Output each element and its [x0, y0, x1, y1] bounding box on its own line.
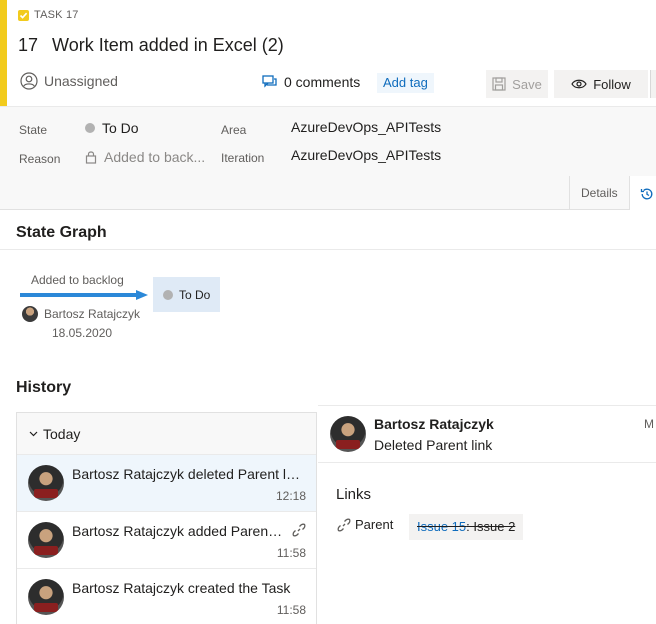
add-tag-button[interactable]: Add tag: [377, 73, 434, 93]
removed-parent-link[interactable]: Issue 15: Issue 2: [409, 514, 524, 540]
task-check-icon: [18, 9, 29, 21]
assigned-to-picker[interactable]: Unassigned: [20, 72, 118, 90]
area-value: AzureDevOps_APITests: [291, 119, 442, 135]
work-item-type-label: TASK 17: [34, 9, 79, 21]
comment-icon: [262, 75, 277, 88]
area-field[interactable]: AzureDevOps_APITests: [291, 119, 441, 135]
history-detail-author: Bartosz Ratajczyk: [374, 416, 494, 432]
iteration-field[interactable]: AzureDevOps_APITests: [291, 147, 441, 163]
state-graph-title: State Graph: [16, 224, 107, 241]
avatar: [28, 522, 64, 558]
parent-label: Parent: [355, 517, 394, 532]
history-item-time: 11:58: [276, 603, 306, 617]
parent-issue-title: : Issue 2: [466, 519, 516, 534]
history-item-text: Bartosz Ratajczyk created the Task: [72, 580, 291, 596]
avatar: [330, 416, 366, 452]
link-icon: [292, 523, 306, 537]
links-title: Links: [336, 486, 372, 503]
user-icon: [20, 72, 38, 90]
transition-user: Bartosz Ratajczyk: [22, 306, 140, 322]
page-title[interactable]: 17 Work Item added in Excel (2): [18, 35, 284, 56]
work-item-id: 17: [18, 35, 39, 55]
transition-date: 18.05.2020: [52, 326, 113, 340]
state-node: To Do: [153, 277, 220, 312]
follow-label: Follow: [593, 76, 631, 92]
state-label: State: [19, 123, 48, 137]
transition-arrow-icon: [20, 290, 148, 300]
tab-history[interactable]: [628, 176, 656, 210]
reason-value: Added to back...: [104, 149, 206, 165]
history-icon: [640, 188, 653, 200]
history-detail-description: Deleted Parent link: [374, 437, 493, 453]
avatar: [22, 306, 38, 322]
parent-issue-id[interactable]: Issue 15: [417, 519, 466, 534]
iteration-value: AzureDevOps_APITests: [291, 147, 442, 163]
link-icon: [337, 518, 351, 531]
state-dot-icon: [85, 123, 95, 133]
history-detail-date: M: [644, 417, 654, 431]
transition-user-name: Bartosz Ratajczyk: [44, 307, 141, 321]
parent-link-row: Parent: [337, 517, 393, 532]
divider: [0, 249, 656, 250]
history-group-today[interactable]: Today: [17, 413, 316, 455]
history-detail-header: Bartosz Ratajczyk Deleted Parent link M: [318, 406, 656, 463]
save-icon: [492, 77, 506, 91]
work-item-header: TASK 17 17 Work Item added in Excel (2) …: [0, 0, 656, 106]
eye-icon: [571, 79, 587, 89]
assigned-to-label: Unassigned: [44, 73, 118, 89]
comments-count: 0 comments: [284, 74, 361, 90]
save-button[interactable]: Save: [486, 70, 548, 98]
history-title: History: [16, 379, 72, 396]
iteration-label: Iteration: [221, 151, 265, 165]
lock-icon: [85, 151, 97, 164]
avatar: [28, 465, 64, 501]
transition-label: Added to backlog: [31, 273, 124, 287]
tab-details[interactable]: Details: [569, 176, 629, 210]
history-item-time: 11:58: [276, 546, 306, 560]
chevron-down-icon: [29, 431, 38, 436]
save-label: Save: [512, 76, 542, 92]
list-item[interactable]: Bartosz Ratajczyk deleted Parent link 12…: [17, 455, 316, 512]
history-item-text: Bartosz Ratajczyk deleted Parent link: [72, 466, 302, 482]
state-field[interactable]: To Do: [85, 120, 139, 136]
area-label: Area: [221, 123, 247, 137]
comments-link[interactable]: 0 comments: [262, 74, 360, 90]
reason-field: Added to back...: [85, 149, 205, 165]
work-item-title[interactable]: Work Item added in Excel (2): [52, 35, 284, 56]
list-item[interactable]: Bartosz Ratajczyk added Parent l... 11:5…: [17, 512, 316, 569]
work-item-tabs: Details: [569, 176, 656, 210]
type-color-bar: [0, 0, 7, 106]
history-group-label: Today: [43, 425, 81, 442]
avatar: [28, 579, 64, 615]
work-item-type: TASK 17: [18, 9, 79, 21]
history-item-text: Bartosz Ratajczyk added Parent l...: [72, 523, 284, 539]
history-list: Today Bartosz Ratajczyk deleted Parent l…: [16, 412, 317, 624]
more-actions-button[interactable]: [650, 70, 656, 98]
follow-button[interactable]: Follow: [554, 70, 648, 98]
history-item-time: 12:18: [275, 489, 306, 503]
state-value: To Do: [102, 120, 139, 136]
list-item[interactable]: Bartosz Ratajczyk created the Task 11:58: [17, 569, 316, 624]
reason-label: Reason: [19, 152, 61, 166]
work-item-fields: State To Do Reason Added to back... Area…: [0, 106, 656, 210]
state-dot-icon: [163, 289, 173, 300]
state-node-label: To Do: [179, 287, 211, 302]
